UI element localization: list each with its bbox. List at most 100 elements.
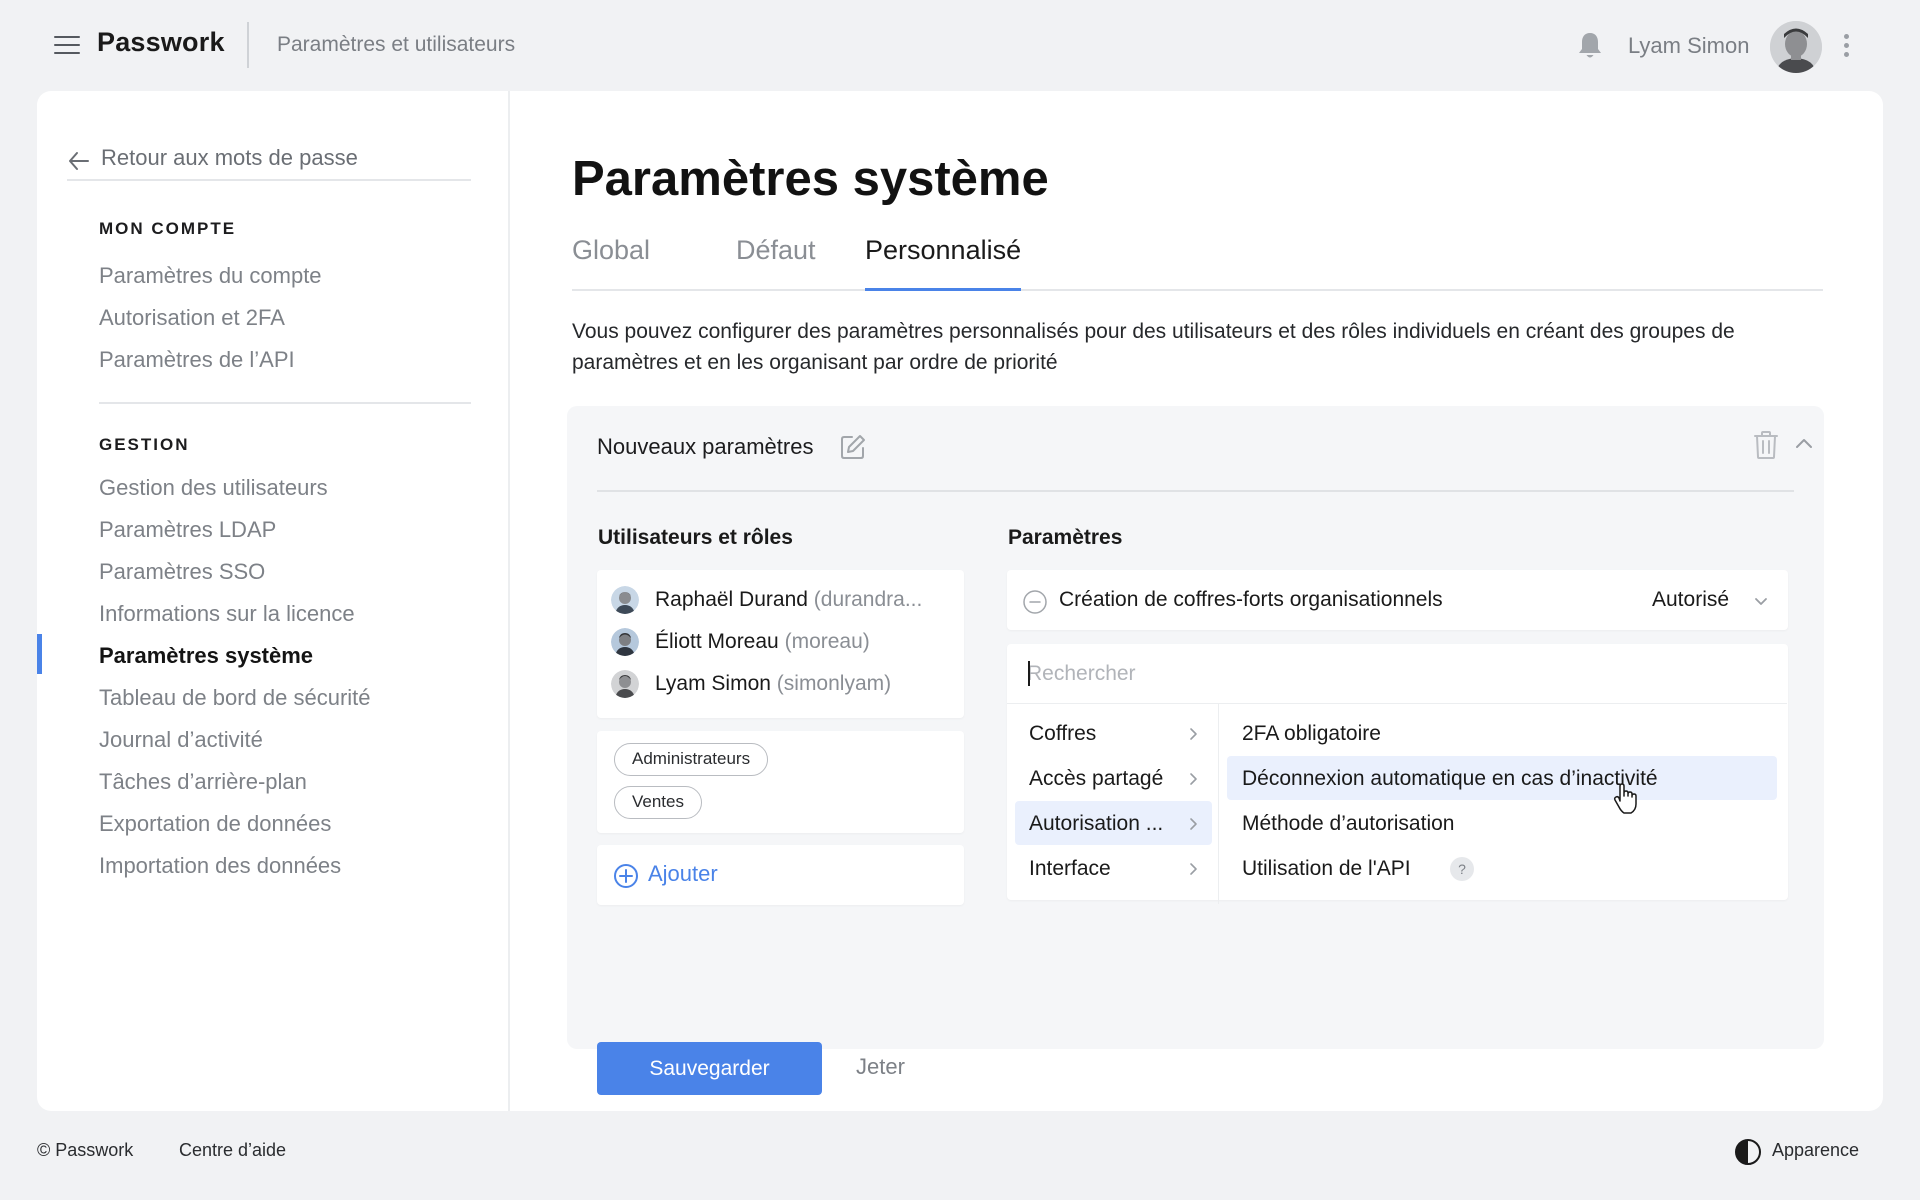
chevron-right-icon [1190, 863, 1197, 875]
avatar [611, 586, 639, 614]
category-authorization[interactable]: Autorisation ... [1015, 801, 1212, 845]
chevron-down-icon[interactable] [1753, 595, 1769, 613]
parameter-value-select[interactable]: Autorisé [1652, 588, 1729, 612]
parameter-row: Création de coffres-forts organisationne… [1007, 570, 1788, 630]
settings-group-panel: Nouveaux paramètres Utilisateurs et rôle… [567, 406, 1824, 1095]
brand-logo[interactable]: Passwork [97, 27, 225, 58]
more-options-icon[interactable] [1840, 32, 1852, 60]
list-item[interactable]: Lyam Simon (simonlyam) [611, 667, 951, 699]
search-input[interactable] [1027, 658, 1767, 690]
sidebar-item-data-import[interactable]: Importation des données [99, 853, 341, 879]
list-item[interactable]: Éliott Moreau (moreau) [611, 625, 951, 657]
sidebar-divider [99, 402, 471, 404]
users-list: Raphaël Durand (durandra... Éliott Morea… [597, 570, 964, 718]
sidebar-item-account-settings[interactable]: Paramètres du compte [99, 263, 322, 289]
parameters-title: Paramètres [1008, 526, 1123, 549]
list-item[interactable]: Raphaël Durand (durandra... [611, 583, 951, 615]
back-to-passwords-link[interactable]: Retour aux mots de passe [67, 145, 471, 181]
chevron-right-icon [1190, 773, 1197, 785]
category-label: Autorisation ... [1029, 812, 1164, 835]
add-user-box: Ajouter [597, 845, 964, 905]
sidebar: Retour aux mots de passe MON COMPTE Para… [37, 91, 510, 1111]
option-api-usage[interactable]: Utilisation de l'API ? [1227, 846, 1777, 890]
chevron-right-icon [1190, 818, 1197, 830]
category-list: Coffres Accès partagé Autorisation ... I… [1007, 704, 1219, 904]
tab-custom[interactable]: Personnalisé [865, 235, 1022, 291]
chevron-up-icon[interactable] [1794, 436, 1814, 455]
bell-icon[interactable] [1576, 31, 1604, 61]
group-name: Nouveaux paramètres [597, 434, 814, 459]
copyright: © Passwork [37, 1140, 134, 1160]
sidebar-item-user-management[interactable]: Gestion des utilisateurs [99, 475, 328, 501]
avatar [611, 628, 639, 656]
main-card: Retour aux mots de passe MON COMPTE Para… [37, 91, 1883, 1111]
sidebar-item-security-dashboard[interactable]: Tableau de bord de sécurité [99, 685, 371, 711]
sidebar-item-api-settings[interactable]: Paramètres de l’API [99, 347, 295, 373]
save-button[interactable]: Sauvegarder [597, 1042, 822, 1095]
sidebar-item-activity-log[interactable]: Journal d’activité [99, 727, 263, 753]
category-interface[interactable]: Interface [1015, 846, 1212, 890]
sidebar-item-sso[interactable]: Paramètres SSO [99, 559, 265, 585]
sidebar-item-background-tasks[interactable]: Tâches d’arrière-plan [99, 769, 307, 795]
parameter-picker: Coffres Accès partagé Autorisation ... I… [1007, 644, 1788, 904]
category-vaults[interactable]: Coffres [1015, 711, 1212, 755]
panel-divider [597, 490, 1794, 492]
user-name[interactable]: Lyam Simon [1628, 33, 1749, 59]
top-bar: Passwork Paramètres et utilisateurs Lyam… [0, 0, 1920, 90]
tab-global[interactable]: Global [572, 235, 650, 282]
section-title-management: GESTION [99, 435, 190, 454]
back-label: Retour aux mots de passe [101, 145, 358, 170]
arrow-left-icon [69, 152, 89, 170]
tab-default[interactable]: Défaut [736, 235, 816, 282]
option-label: Déconnexion automatique en cas d’inactiv… [1242, 767, 1658, 790]
discard-button[interactable]: Jeter [856, 1054, 905, 1080]
tab-bar: Global Défaut Personnalisé [572, 235, 1823, 291]
sidebar-item-authorization-2fa[interactable]: Autorisation et 2FA [99, 305, 285, 331]
contrast-icon [1735, 1139, 1761, 1165]
remove-parameter-icon[interactable] [1022, 589, 1048, 620]
roles-list: Administrateurs Ventes [597, 731, 964, 833]
user-login: (simonlyam) [776, 672, 892, 695]
section-title-my-account: MON COMPTE [99, 219, 237, 238]
sidebar-item-license[interactable]: Informations sur la licence [99, 601, 355, 627]
avatar[interactable] [1770, 21, 1822, 73]
category-label: Accès partagé [1029, 767, 1164, 790]
user-login: (durandra... [813, 588, 923, 611]
add-label: Ajouter [648, 861, 718, 886]
category-shared-access[interactable]: Accès partagé [1015, 756, 1212, 800]
option-auth-method[interactable]: Méthode d’autorisation [1227, 801, 1777, 845]
page-breadcrumb: Paramètres et utilisateurs [277, 33, 516, 56]
user-name: Raphaël Durand [655, 588, 808, 611]
role-chip[interactable]: Administrateurs [614, 743, 769, 776]
edit-icon[interactable] [839, 433, 867, 466]
sidebar-item-system-settings[interactable]: Paramètres système [99, 643, 313, 669]
option-label: Utilisation de l'API [1242, 857, 1411, 880]
category-label: Interface [1029, 857, 1111, 880]
plus-circle-icon [614, 864, 638, 888]
help-center-link[interactable]: Centre d’aide [179, 1140, 286, 1161]
users-roles-title: Utilisateurs et rôles [598, 526, 793, 549]
help-icon[interactable]: ? [1450, 857, 1474, 881]
option-auto-logout[interactable]: Déconnexion automatique en cas d’inactiv… [1227, 756, 1777, 800]
user-name: Lyam Simon [655, 672, 771, 695]
trash-icon[interactable] [1753, 430, 1779, 465]
sidebar-item-ldap[interactable]: Paramètres LDAP [99, 517, 276, 543]
user-name: Éliott Moreau [655, 630, 779, 653]
active-indicator [37, 634, 42, 674]
chevron-right-icon [1190, 728, 1197, 740]
user-login: (moreau) [784, 630, 870, 653]
brand-divider [247, 22, 249, 68]
option-2fa-required[interactable]: 2FA obligatoire [1227, 711, 1777, 755]
parameter-label: Création de coffres-forts organisationne… [1059, 588, 1443, 611]
option-label: 2FA obligatoire [1242, 722, 1381, 745]
role-chip[interactable]: Ventes [614, 786, 702, 819]
page-description: Vous pouvez configurer des paramètres pe… [572, 320, 1735, 374]
avatar [611, 670, 639, 698]
text-caret [1028, 661, 1030, 686]
category-label: Coffres [1029, 722, 1097, 745]
appearance-label: Apparence [1772, 1140, 1860, 1160]
menu-icon[interactable] [54, 35, 80, 55]
page-title: Paramètres système [572, 152, 1049, 206]
sidebar-item-data-export[interactable]: Exportation de données [99, 811, 331, 837]
option-label: Méthode d’autorisation [1242, 812, 1455, 835]
